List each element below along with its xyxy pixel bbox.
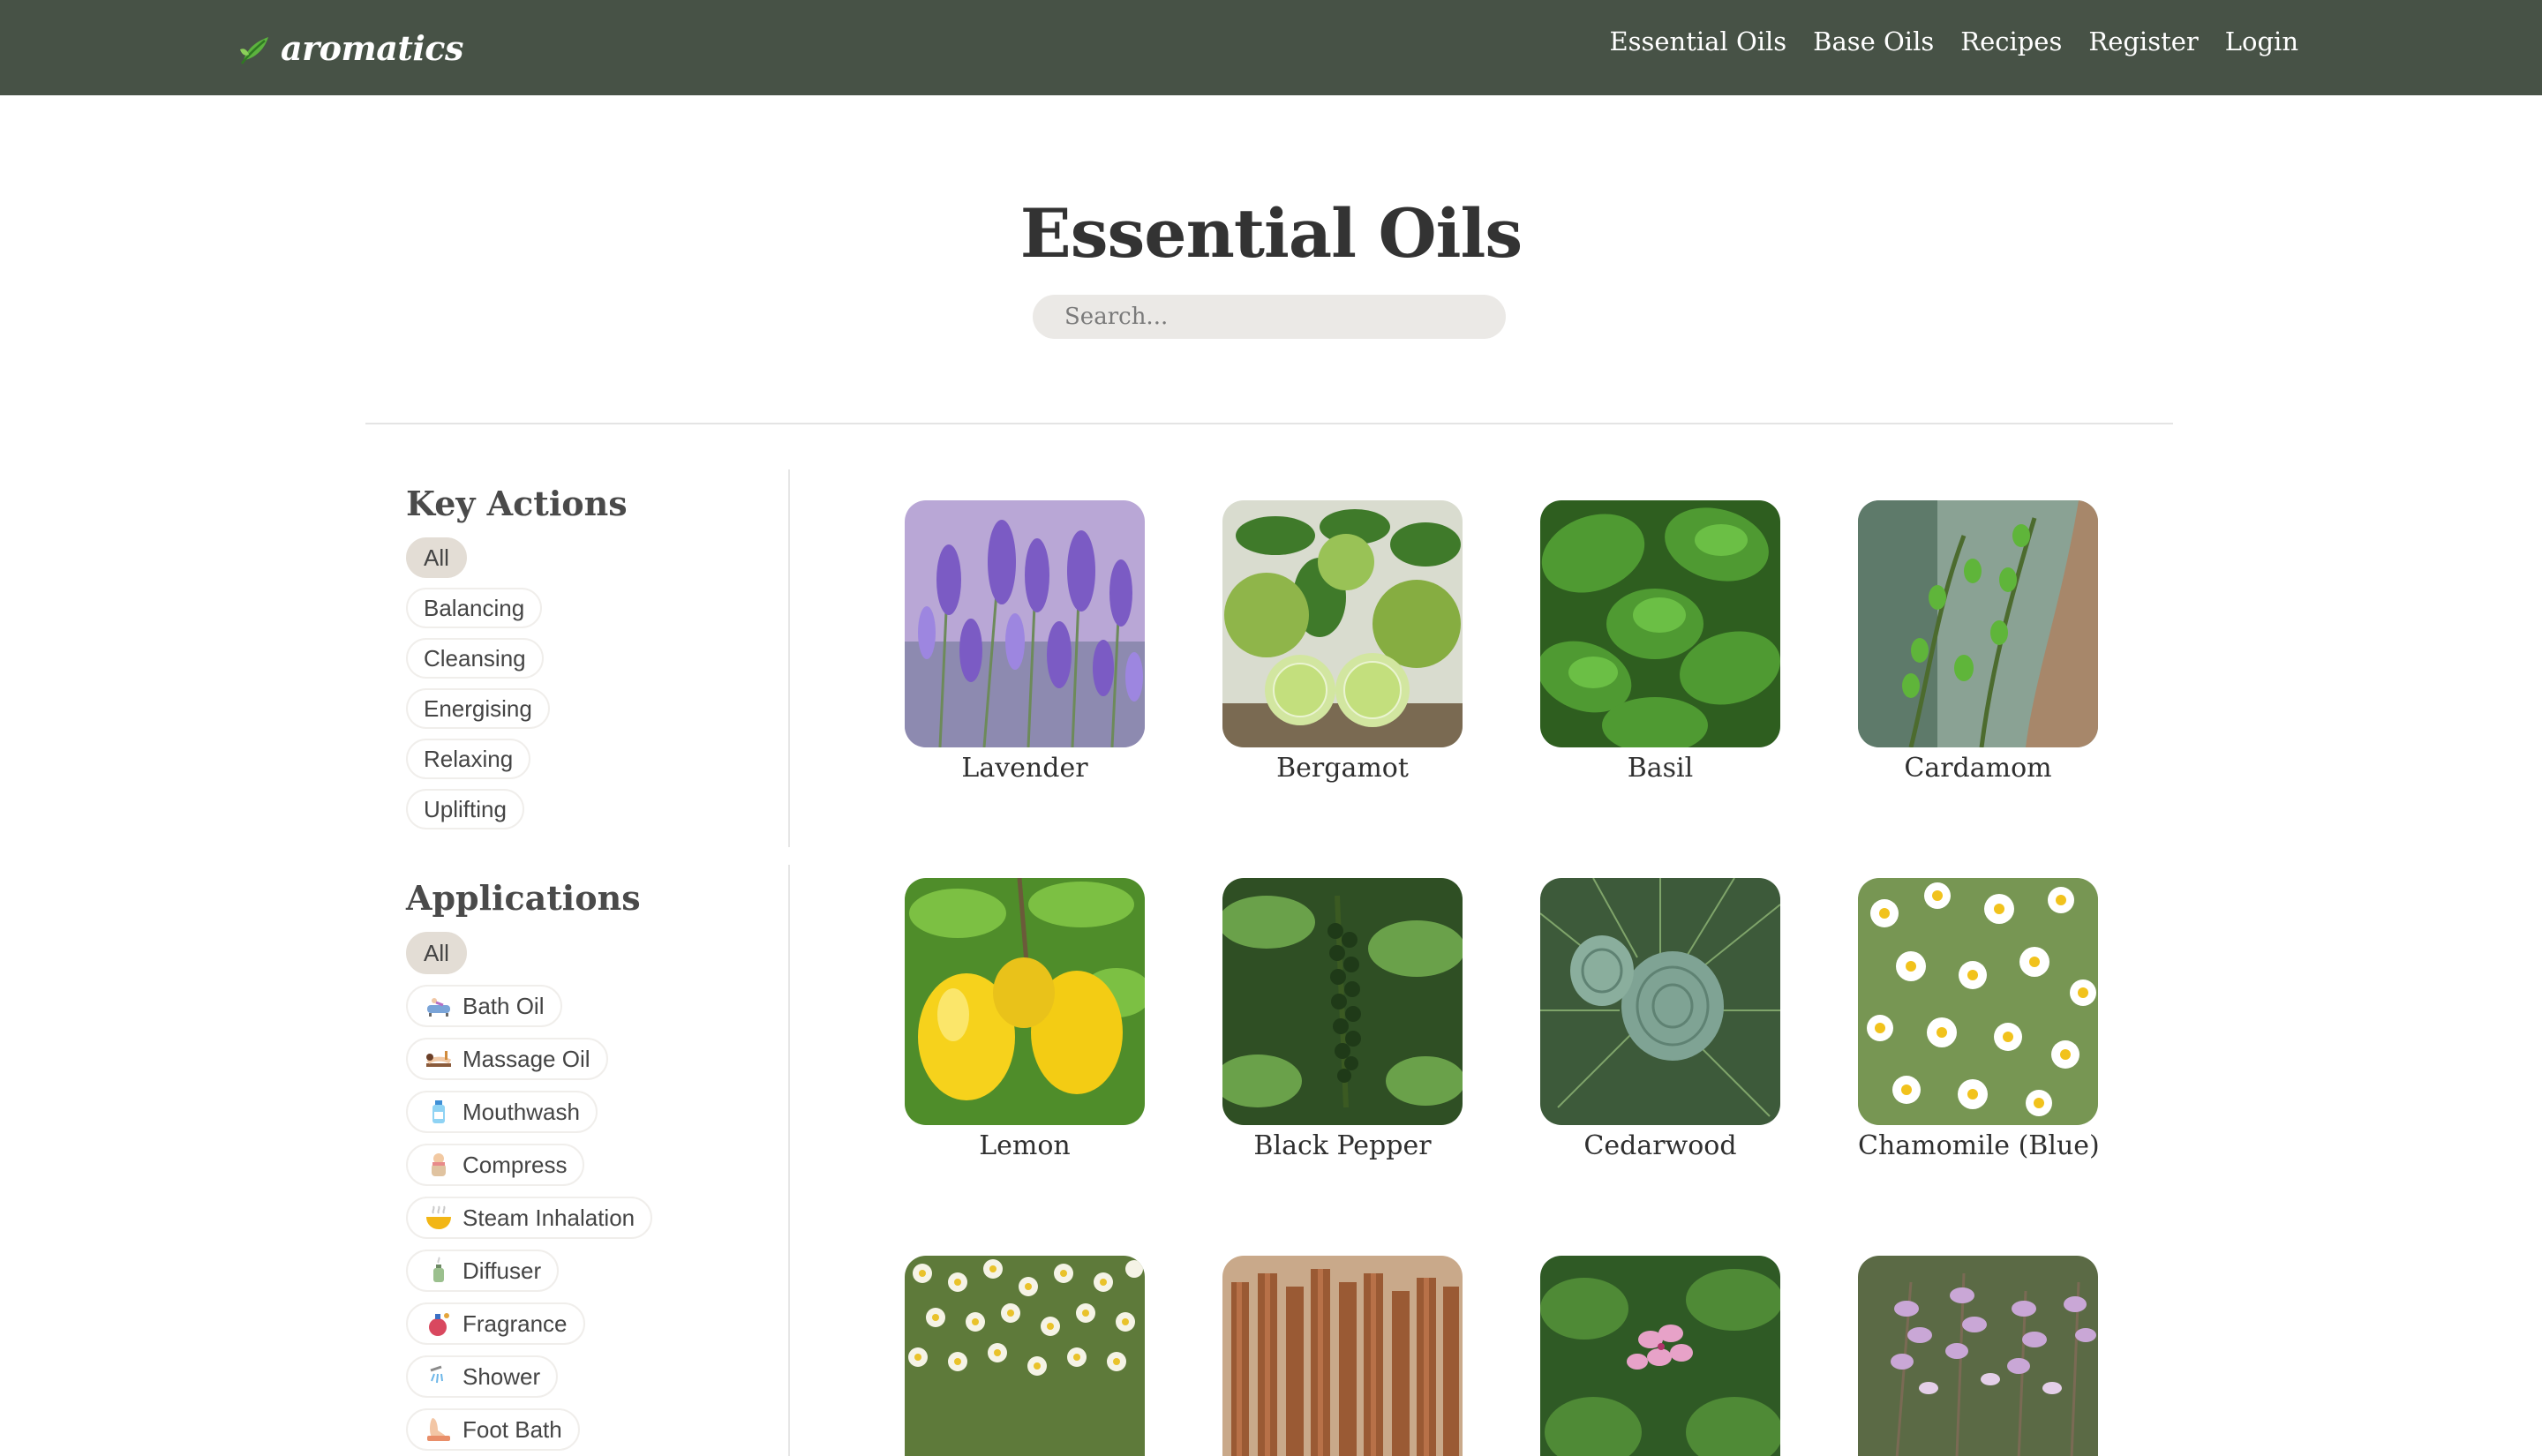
oil-card[interactable] [1858, 1256, 2098, 1456]
filter-chip-energising[interactable]: Energising [406, 688, 550, 729]
filter-chip-relaxing[interactable]: Relaxing [406, 739, 531, 779]
sidebar-divider [788, 469, 790, 847]
bergamot-photo [1222, 500, 1463, 747]
oil-card[interactable] [1540, 1256, 1780, 1456]
oil-card-cedarwood[interactable]: Cedarwood [1540, 878, 1780, 1161]
nav-link-essential-oils[interactable]: Essential Oils [1609, 26, 1786, 56]
shower-icon [424, 1362, 454, 1392]
chip-label: Mouthwash [463, 1098, 580, 1125]
nav-link-recipes[interactable]: Recipes [1960, 26, 2062, 56]
mouthwash-bottle-icon [424, 1097, 454, 1127]
oil-card-basil[interactable]: Basil [1540, 500, 1780, 784]
chip-label: Shower [463, 1362, 541, 1390]
filter-chip-steam-inhalation[interactable]: Steam Inhalation [406, 1197, 653, 1239]
page-title: Essential Oils [1019, 194, 1523, 273]
leaf-icon [240, 37, 268, 64]
search-input[interactable] [1033, 295, 1506, 339]
filter-chip-mouthwash[interactable]: Mouthwash [406, 1091, 598, 1133]
filter-chip-cleansing[interactable]: Cleansing [406, 638, 544, 679]
chip-label: Diffuser [463, 1257, 542, 1284]
steam-bowl-icon [424, 1203, 454, 1233]
key-actions-heading: Key Actions [406, 484, 628, 523]
chip-label: Steam Inhalation [463, 1204, 636, 1231]
cardamom-photo [1858, 500, 2098, 747]
nav-link-base-oils[interactable]: Base Oils [1813, 26, 1934, 56]
filter-chip-fragrance[interactable]: Fragrance [406, 1302, 585, 1345]
filter-chip-shower[interactable]: Shower [406, 1355, 559, 1398]
nav-link-login[interactable]: Login [2225, 26, 2298, 56]
perfume-bottle-icon [424, 1309, 454, 1339]
oil-card-lavender[interactable]: Lavender [905, 500, 1145, 784]
chip-label: Compress [463, 1151, 568, 1178]
oil-card-black-pepper[interactable]: Black Pepper [1222, 878, 1463, 1161]
filter-chip-foot-bath[interactable]: Foot Bath [406, 1408, 580, 1451]
applications-heading: Applications [406, 878, 641, 918]
oil-name: Chamomile (Blue) [1858, 1130, 2100, 1161]
filter-chip-massage-oil[interactable]: Massage Oil [406, 1038, 608, 1080]
oil-name: Lavender [961, 753, 1088, 784]
chip-label: All [424, 939, 449, 966]
oil-card-cardamom[interactable]: Cardamom [1858, 500, 2098, 784]
oil-name: Cardamom [1904, 753, 2052, 784]
chip-label: Massage Oil [463, 1045, 590, 1072]
sidebar-divider [788, 865, 790, 1456]
filter-chip-all[interactable]: All [406, 932, 467, 974]
oil-name: Basil [1627, 753, 1694, 784]
oil-name: Bergamot [1276, 753, 1409, 784]
main-nav: Essential Oils Base Oils Recipes Registe… [1609, 26, 2298, 56]
chip-label: Foot Bath [463, 1415, 562, 1443]
oil-name: Cedarwood [1583, 1130, 1737, 1161]
nav-link-register[interactable]: Register [2088, 26, 2198, 56]
clary-sage-photo [1858, 1256, 2098, 1456]
chip-label: Fragrance [463, 1310, 568, 1337]
lavender-photo [905, 500, 1145, 747]
foot-bath-icon [424, 1415, 454, 1445]
basil-photo [1540, 500, 1780, 747]
geranium-photo [1540, 1256, 1780, 1456]
oil-card-bergamot[interactable]: Bergamot [1222, 500, 1463, 784]
section-divider [365, 423, 2173, 424]
filter-chip-diffuser[interactable]: Diffuser [406, 1250, 560, 1292]
filter-chip-compress[interactable]: Compress [406, 1144, 585, 1186]
oil-name: Black Pepper [1253, 1130, 1432, 1161]
diffuser-icon [424, 1256, 454, 1286]
massage-icon [424, 1044, 454, 1074]
filter-chip-all[interactable]: All [406, 537, 467, 578]
cinnamon-sticks-photo [1222, 1256, 1463, 1456]
oil-card-lemon[interactable]: Lemon [905, 878, 1145, 1161]
filter-chip-bath-oil[interactable]: Bath Oil [406, 985, 562, 1027]
top-navbar: aromatics Essential Oils Base Oils Recip… [0, 0, 2542, 95]
key-actions-filter-list: All Balancing Cleansing Energising Relax… [406, 537, 550, 839]
chip-label: Bath Oil [463, 992, 545, 1019]
bathtub-icon [424, 991, 454, 1021]
oil-name: Lemon [979, 1130, 1071, 1161]
brand-name: aromatics [281, 27, 463, 68]
lemon-photo [905, 878, 1145, 1125]
chamomile-flowers-photo [905, 1256, 1145, 1456]
compress-icon [424, 1150, 454, 1180]
oil-card[interactable] [905, 1256, 1145, 1456]
applications-filter-list: All Bath Oil Massage Oil Mouthwash Compr… [406, 932, 653, 1456]
chamomile-blue-photo [1858, 878, 2098, 1125]
oil-card-chamomile-blue[interactable]: Chamomile (Blue) [1858, 878, 2100, 1161]
brand-logo[interactable]: aromatics [238, 23, 463, 72]
filter-chip-uplifting[interactable]: Uplifting [406, 789, 524, 829]
filter-chip-balancing[interactable]: Balancing [406, 588, 543, 628]
black-pepper-photo [1222, 878, 1463, 1125]
cedarwood-photo [1540, 878, 1780, 1125]
oil-card[interactable] [1222, 1256, 1463, 1456]
